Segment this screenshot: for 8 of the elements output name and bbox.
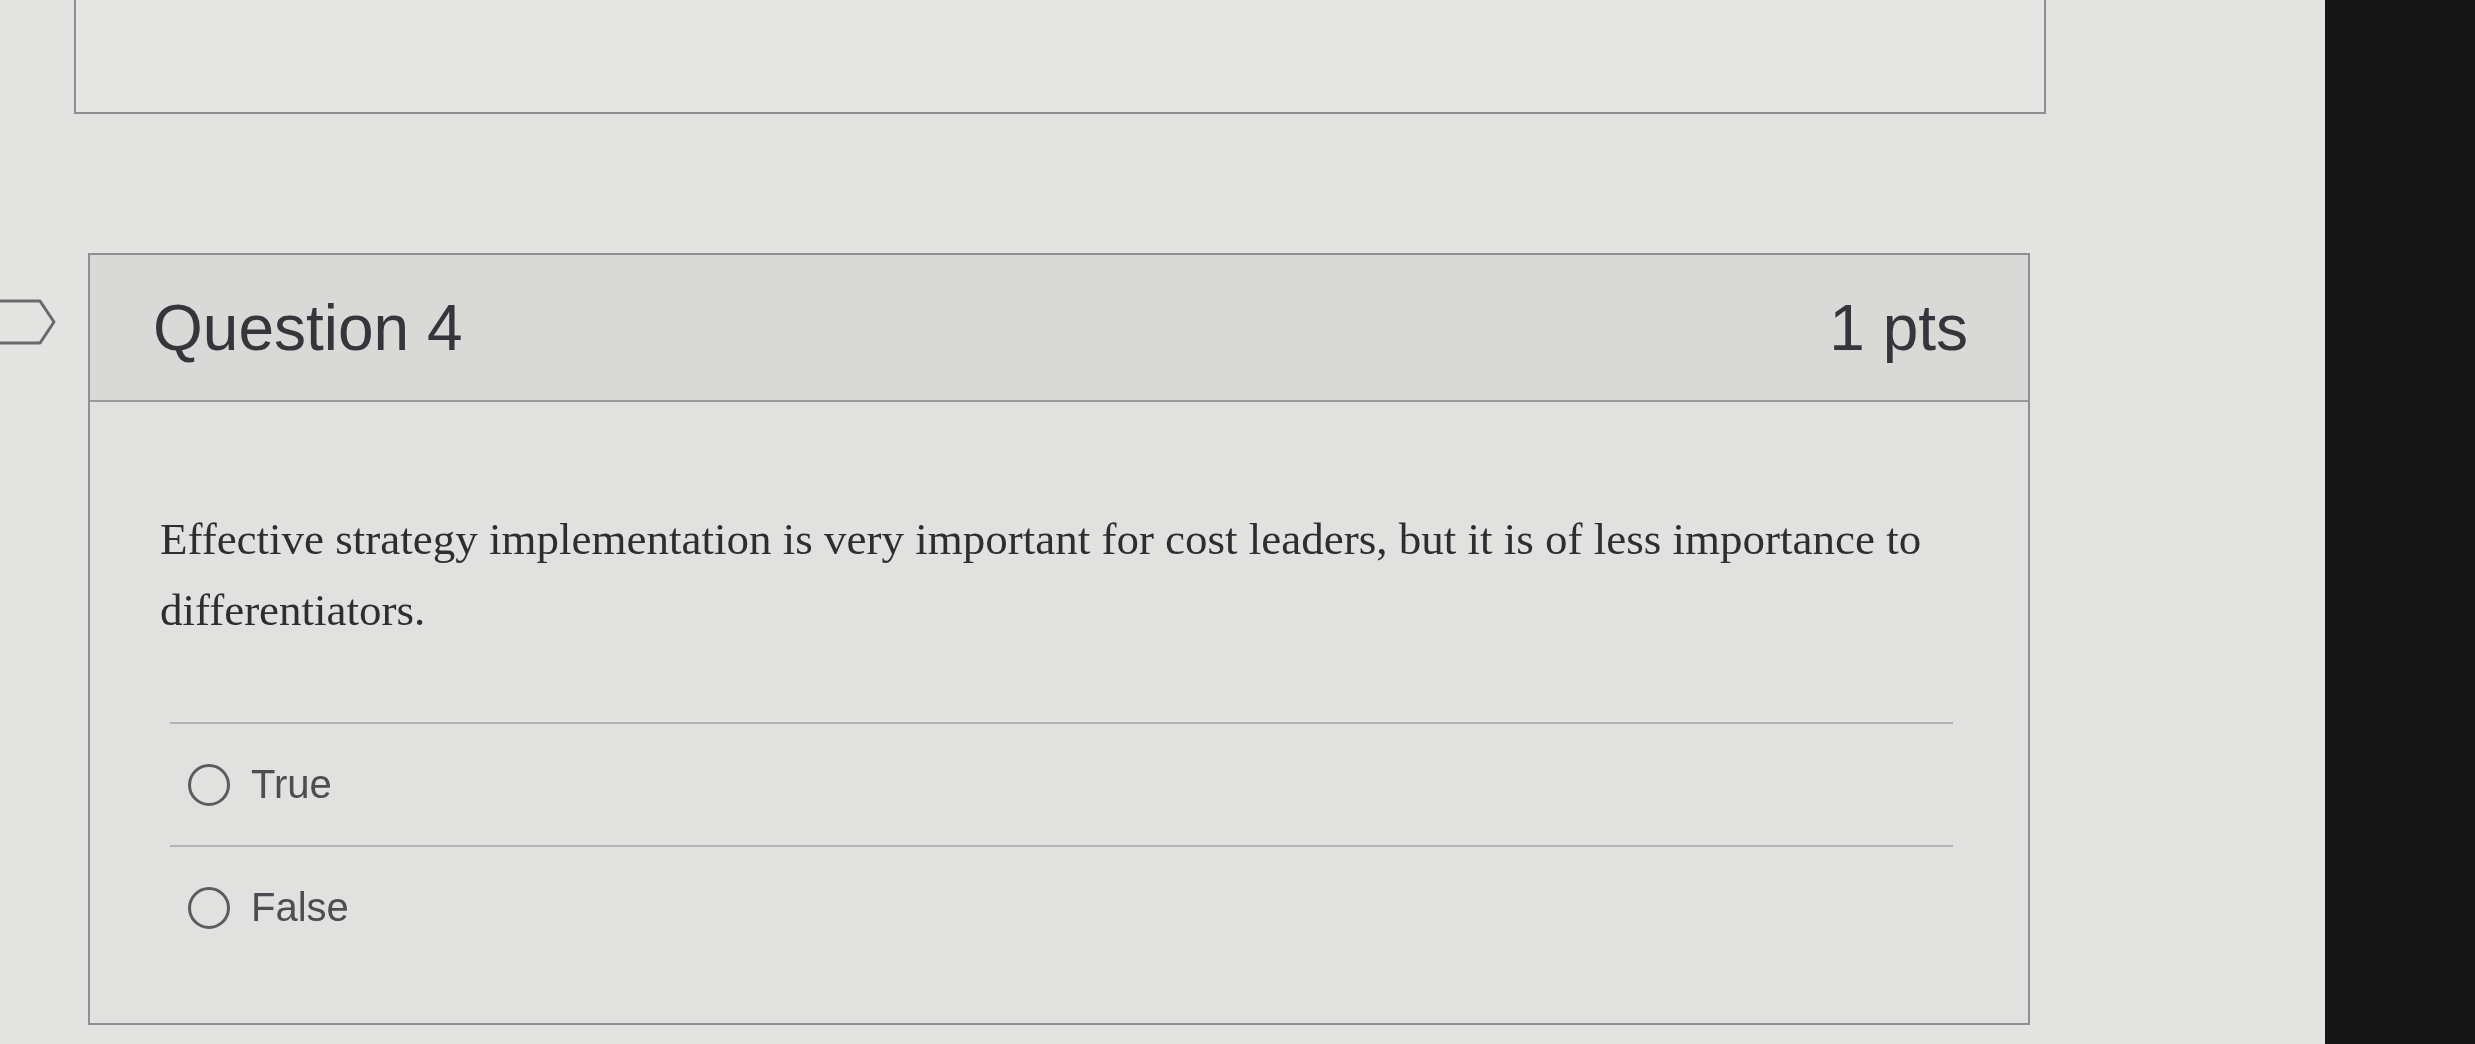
answer-label[interactable]: False <box>251 885 349 930</box>
question-title: Question 4 <box>153 290 463 365</box>
question-points: 1 pts <box>1829 290 1968 365</box>
tag-icon[interactable] <box>0 297 56 347</box>
radio-button[interactable] <box>188 886 230 929</box>
radio-button[interactable] <box>188 763 230 806</box>
answer-label[interactable]: True <box>251 762 332 807</box>
question-text: Effective strategy implementation is very important for cost leaders, but it is of less importance to differentiators. <box>160 513 1923 637</box>
